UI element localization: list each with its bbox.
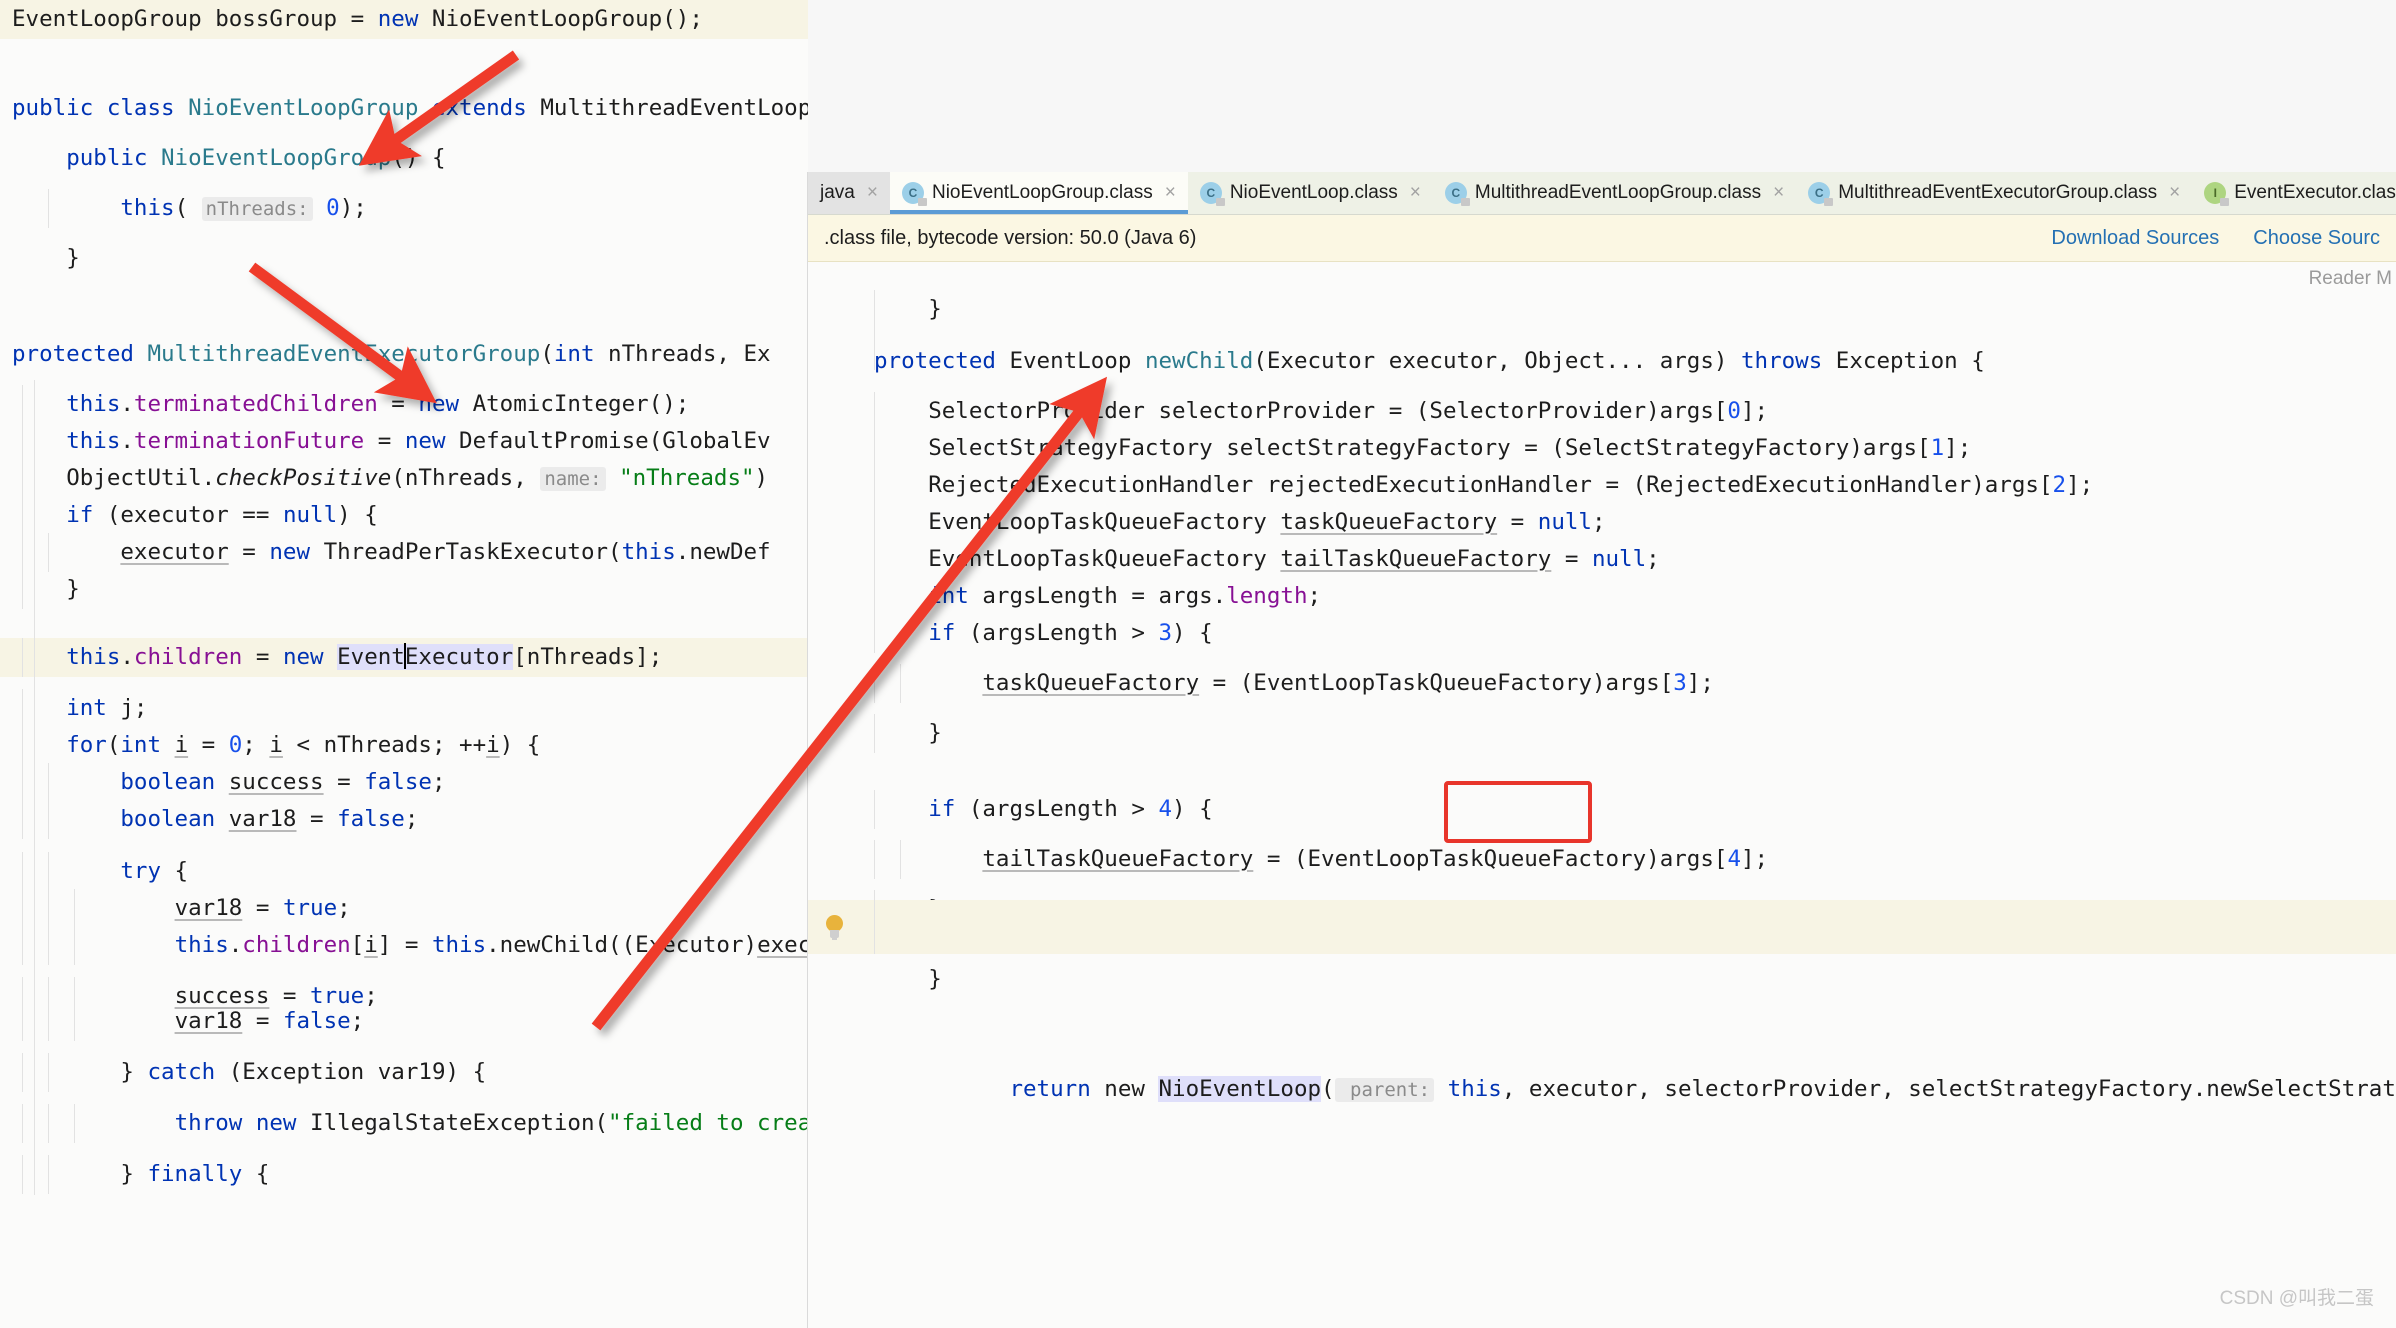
tab-label: MultithreadEventExecutorGroup.class <box>1838 182 2157 204</box>
indent-guide <box>34 380 35 1195</box>
code-line[interactable]: protected MultithreadEventExecutorGroup(… <box>0 335 808 374</box>
tab-label: NioEventLoopGroup.class <box>932 182 1153 204</box>
intention-bulb-icon[interactable] <box>822 915 846 941</box>
class-icon: C <box>1200 182 1222 204</box>
code-line[interactable]: } <box>808 960 2396 999</box>
tab-label: java <box>820 182 855 204</box>
code-line[interactable]: EventLoopTaskQueueFactory taskQueueFacto… <box>808 503 2396 542</box>
code-line[interactable]: this.children = new EventExecutor[nThrea… <box>0 638 808 677</box>
code-line[interactable]: boolean success = false; <box>0 763 808 802</box>
code-line[interactable]: var18 = true; <box>0 889 808 928</box>
code-line[interactable]: for(int i = 0; i < nThreads; ++i) { <box>0 726 808 765</box>
code-line[interactable]: protected EventLoop newChild(Executor ex… <box>808 342 2396 381</box>
reader-mode-label[interactable]: Reader M <box>2309 268 2392 290</box>
code-line[interactable]: try { <box>0 852 808 891</box>
code-line[interactable]: executor = new ThreadPerTaskExecutor(thi… <box>0 533 808 572</box>
choose-sources-link[interactable]: Choose Sourc <box>2253 227 2380 250</box>
tab-label: EventExecutor.class <box>2234 182 2396 204</box>
code-line[interactable]: public NioEventLoopGroup() { <box>0 139 808 178</box>
bytecode-version-message: .class file, bytecode version: 50.0 (Jav… <box>824 227 1196 250</box>
code-line[interactable]: SelectorProvider selectorProvider = (Sel… <box>808 392 2396 431</box>
code-line[interactable]: var18 = false; <box>0 1002 808 1041</box>
class-icon: C <box>1808 182 1830 204</box>
code-line[interactable]: this.children[i] = this.newChild((Execut… <box>0 926 808 965</box>
indent-guide <box>874 290 875 370</box>
code-line[interactable]: int j; <box>0 689 808 728</box>
editor-tab-bar[interactable]: java × C NioEventLoopGroup.class × C Nio… <box>808 172 2396 215</box>
class-icon: C <box>1445 182 1467 204</box>
code-line[interactable]: if (argsLength > 4) { <box>808 790 2396 829</box>
code-line[interactable]: ObjectUtil.checkPositive(nThreads, name:… <box>0 459 808 498</box>
class-icon: C <box>902 182 924 204</box>
download-sources-link[interactable]: Download Sources <box>2051 227 2219 250</box>
code-line[interactable]: } <box>808 290 2396 329</box>
code-line[interactable]: tailTaskQueueFactory = (EventLoopTaskQue… <box>808 840 2396 879</box>
code-line[interactable]: } finally { <box>0 1155 808 1194</box>
code-line[interactable]: SelectStrategyFactory selectStrategyFact… <box>808 429 2396 468</box>
code-line[interactable]: this.terminationFuture = new DefaultProm… <box>0 422 808 461</box>
tab-java[interactable]: java × <box>808 172 890 214</box>
code-line-return[interactable]: return new NioEventLoop( parent: this, e… <box>808 900 2396 954</box>
code-line[interactable]: if (argsLength > 3) { <box>808 614 2396 653</box>
code-line[interactable]: boolean var18 = false; <box>0 800 808 839</box>
left-editor-pane[interactable]: EventLoopGroup bossGroup = new NioEventL… <box>0 0 808 1328</box>
code-line[interactable]: public class NioEventLoopGroup extends M… <box>0 89 808 128</box>
code-line[interactable]: } <box>0 239 808 278</box>
watermark: CSDN @叫我二蛋 <box>2220 1283 2374 1310</box>
tab-nioeventloop-class[interactable]: C NioEventLoop.class × <box>1188 172 1433 214</box>
close-icon[interactable]: × <box>1165 182 1176 204</box>
code-line[interactable]: throw new IllegalStateException("failed … <box>0 1104 808 1143</box>
code-line[interactable]: int argsLength = args.length; <box>808 577 2396 616</box>
code-line[interactable]: RejectedExecutionHandler rejectedExecuti… <box>808 466 2396 505</box>
code-line[interactable]: } catch (Exception var19) { <box>0 1053 808 1092</box>
tab-label: MultithreadEventLoopGroup.class <box>1475 182 1761 204</box>
close-icon[interactable]: × <box>1410 182 1421 204</box>
decompiled-class-window[interactable]: java × C NioEventLoopGroup.class × C Nio… <box>808 172 2396 1328</box>
tab-label: NioEventLoop.class <box>1230 182 1398 204</box>
code-line[interactable]: this.terminatedChildren = new AtomicInte… <box>0 385 808 424</box>
tab-eventexecutor-class[interactable]: I EventExecutor.class × <box>2192 172 2396 214</box>
code-line[interactable]: taskQueueFactory = (EventLoopTaskQueueFa… <box>808 664 2396 703</box>
bytecode-notification-bar: .class file, bytecode version: 50.0 (Jav… <box>808 215 2396 262</box>
code-line[interactable]: } <box>808 714 2396 753</box>
code-line[interactable]: this( nThreads: 0); <box>0 189 808 228</box>
interface-icon: I <box>2204 182 2226 204</box>
close-icon[interactable]: × <box>2169 182 2180 204</box>
tab-multithreadeventloopgroup-class[interactable]: C MultithreadEventLoopGroup.class × <box>1433 172 1796 214</box>
tab-multithreadeventexecutorgroup-class[interactable]: C MultithreadEventExecutorGroup.class × <box>1796 172 2192 214</box>
tab-nioeventloopgroup-class[interactable]: C NioEventLoopGroup.class × <box>890 172 1188 214</box>
code-line[interactable]: } <box>0 570 808 609</box>
close-icon[interactable]: × <box>1773 182 1784 204</box>
code-line[interactable]: if (executor == null) { <box>0 496 808 535</box>
close-icon[interactable]: × <box>867 182 878 204</box>
code-line[interactable]: EventLoopTaskQueueFactory tailTaskQueueF… <box>808 540 2396 579</box>
code-line[interactable]: EventLoopGroup bossGroup = new NioEventL… <box>0 0 808 39</box>
